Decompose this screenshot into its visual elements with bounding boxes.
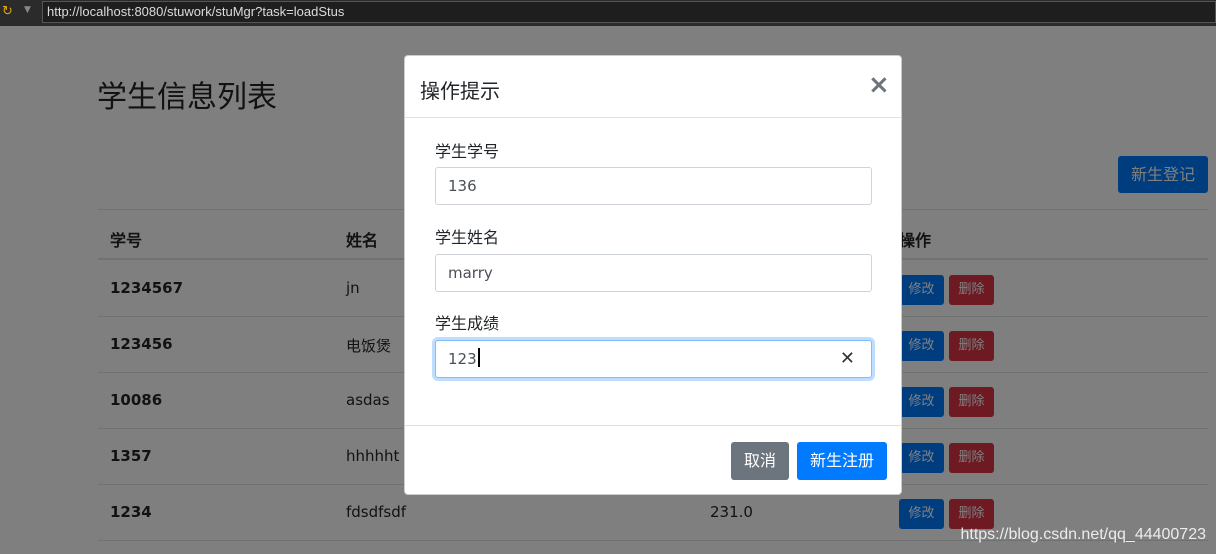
operation-modal: 操作提示 × 学生学号 136 学生姓名 marry 学生成绩 123 ✕ 取消… <box>404 55 902 495</box>
browser-logo-icon[interactable]: ↻ <box>2 4 18 20</box>
url-field[interactable]: http://localhost:8080/stuwork/stuMgr?tas… <box>42 1 1216 23</box>
watermark: https://blog.csdn.net/qq_44400723 <box>960 526 1206 543</box>
student-score-value: 123 <box>448 350 477 368</box>
chevron-down-icon[interactable]: ▼ <box>24 5 31 15</box>
student-id-label: 学生学号 <box>435 142 500 161</box>
student-score-input[interactable]: 123 ✕ <box>435 340 872 378</box>
cancel-button[interactable]: 取消 <box>731 442 789 480</box>
modal-header: 操作提示 × <box>405 56 901 118</box>
student-name-label: 学生姓名 <box>435 228 500 247</box>
submit-button[interactable]: 新生注册 <box>797 442 887 480</box>
student-score-label: 学生成绩 <box>435 314 500 333</box>
student-name-input[interactable]: marry <box>435 254 872 292</box>
browser-address-bar: ↻ ▼ http://localhost:8080/stuwork/stuMgr… <box>0 0 1216 26</box>
modal-title: 操作提示 <box>420 79 500 103</box>
student-id-input[interactable]: 136 <box>435 167 872 205</box>
modal-footer: 取消 新生注册 <box>405 425 901 494</box>
text-cursor <box>477 348 480 367</box>
close-icon[interactable]: × <box>868 72 890 98</box>
clear-input-icon[interactable]: ✕ <box>840 341 855 377</box>
